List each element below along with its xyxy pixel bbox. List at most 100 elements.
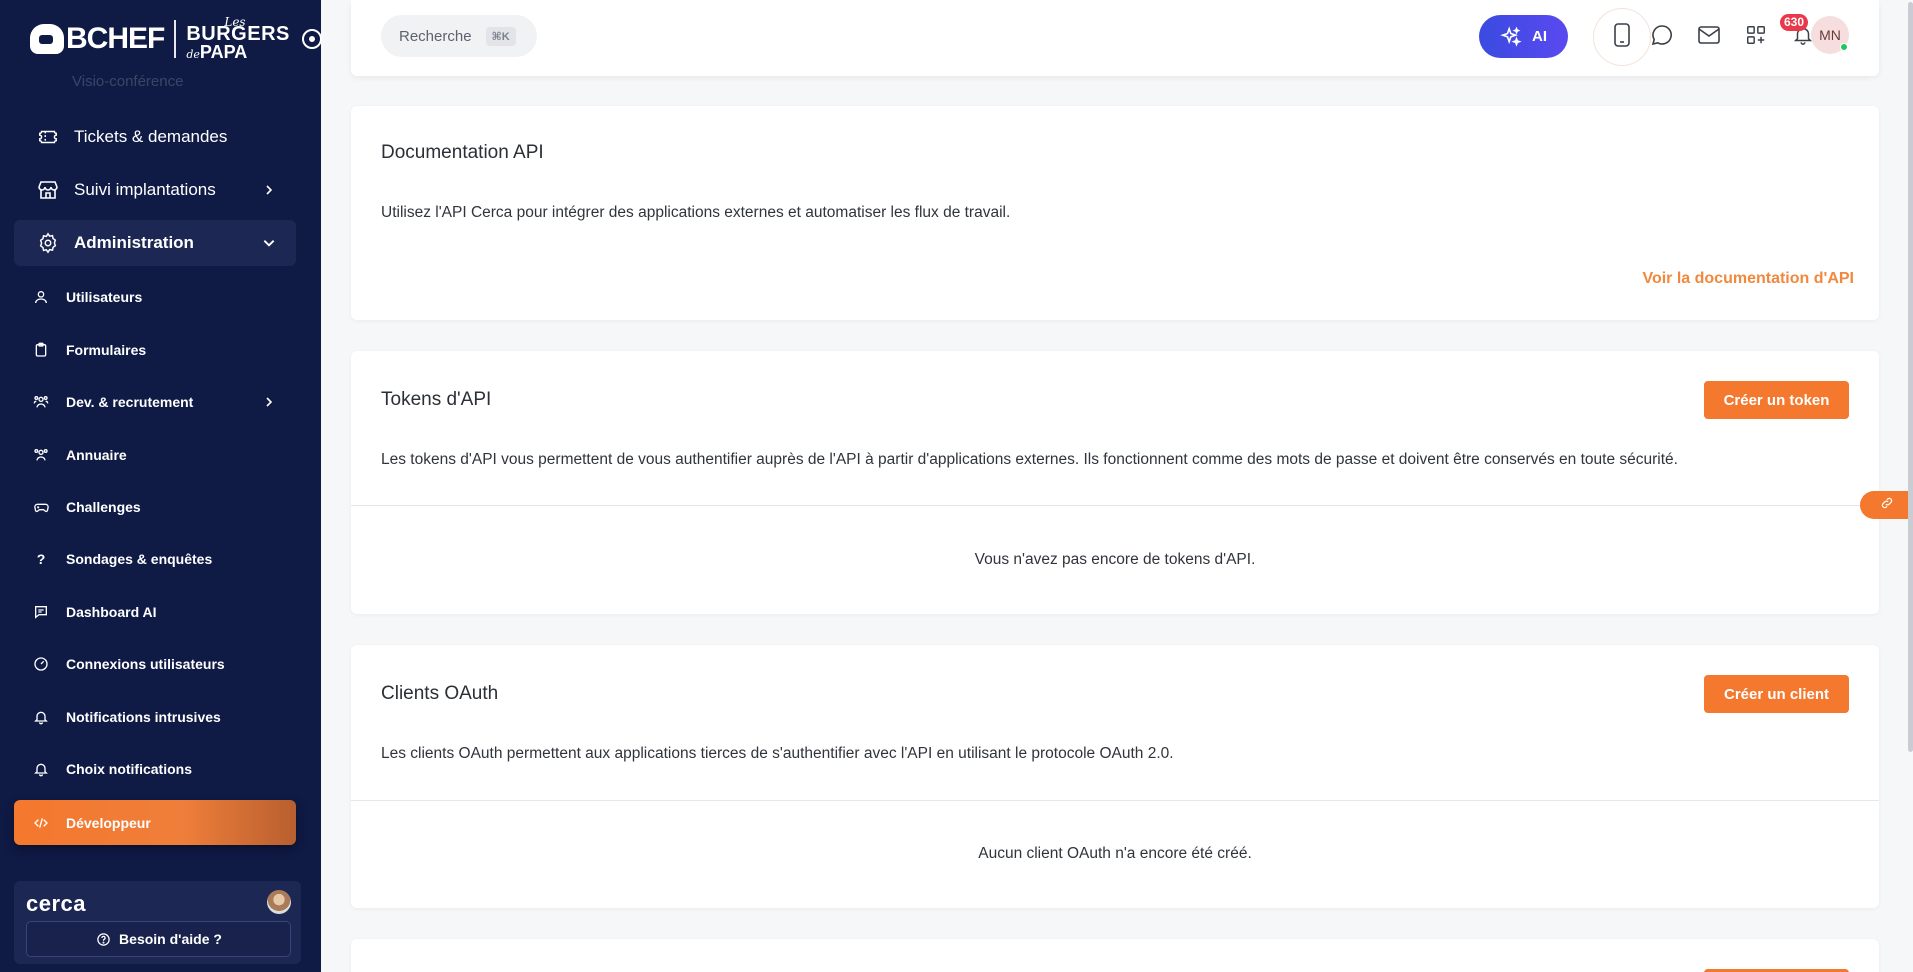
sidebar-item-notifications-intrusives[interactable]: Notifications intrusives	[14, 696, 296, 738]
card-description: Les tokens d'API vous permettent de vous…	[381, 451, 1678, 468]
gear-icon	[36, 231, 60, 255]
help-button-label: Besoin d'aide ?	[119, 931, 222, 947]
ticket-icon	[36, 125, 60, 149]
brand-switch-icon[interactable]	[301, 29, 322, 49]
feedback-side-tab[interactable]	[1860, 491, 1913, 519]
card-title: Tokens d'API	[381, 389, 492, 410]
sidebar-item-label: Choix notifications	[66, 761, 192, 777]
sidebar-item-label: Annuaire	[66, 447, 127, 463]
search-input[interactable]: Recherche ⌘K	[381, 15, 537, 57]
ai-button[interactable]: AI	[1479, 15, 1568, 58]
sidebar-item-label: Challenges	[66, 499, 141, 515]
code-icon	[32, 814, 50, 832]
burgers-de-papa-logo: Les BURGERS dePAPA	[186, 16, 290, 63]
online-status-dot	[1840, 43, 1848, 51]
empty-state-message: Vous n'avez pas encore de tokens d'API.	[974, 551, 1256, 568]
oauth-clients-card: Clients OAuth Créer un client Les client…	[351, 645, 1879, 908]
sidebar-item-formulaires[interactable]: Formulaires	[14, 329, 296, 371]
chef-hat-icon	[30, 24, 64, 54]
sidebar-item-choix-notifications[interactable]: Choix notifications	[14, 748, 296, 790]
sidebar-item-visio[interactable]: Visio-conférence	[36, 70, 276, 92]
sidebar-item-label: Tickets & demandes	[74, 127, 228, 146]
bell-icon	[32, 708, 50, 726]
card-title: Documentation API	[381, 142, 544, 163]
apps-grid-icon	[1745, 24, 1767, 51]
chat-bubble-icon	[1650, 23, 1674, 52]
sidebar-item-utilisateurs[interactable]: Utilisateurs	[14, 276, 296, 318]
create-client-button[interactable]: Créer un client	[1704, 675, 1849, 713]
user-icon	[32, 288, 50, 306]
create-token-button[interactable]: Créer un token	[1704, 381, 1849, 419]
chat-button[interactable]	[1641, 16, 1683, 58]
support-avatar	[267, 890, 291, 914]
sidebar-item-label: Dashboard AI	[66, 604, 157, 620]
sidebar: BCHEF Les BURGERS dePAPA Visio-conférenc…	[0, 0, 322, 972]
card-title: Clients OAuth	[381, 683, 499, 704]
page-scrollbar[interactable]	[1908, 2, 1913, 752]
card-description: Les clients OAuth permettent aux applica…	[381, 745, 1174, 762]
sidebar-item-label: Développeur	[66, 814, 151, 831]
store-icon	[36, 178, 60, 202]
api-documentation-card: Documentation API Utilisez l'API Cerca p…	[351, 106, 1879, 320]
mail-button[interactable]	[1688, 16, 1730, 58]
clipboard-icon	[32, 341, 50, 359]
sidebar-item-sondages[interactable]: ? Sondages & enquêtes	[14, 538, 296, 580]
sidebar-item-dashboard-ai[interactable]: Dashboard AI	[14, 591, 296, 633]
phone-icon	[1613, 22, 1631, 52]
top-bar: Recherche ⌘K AI 630 MN	[351, 0, 1879, 76]
chevron-down-icon	[262, 236, 276, 250]
people-icon	[32, 446, 50, 464]
card-description: Utilisez l'API Cerca pour intégrer des a…	[381, 204, 1011, 221]
gauge-icon	[32, 655, 50, 673]
cerca-logo: cerca	[26, 891, 87, 916]
user-avatar[interactable]: MN	[1811, 16, 1849, 54]
card-divider	[351, 505, 1879, 506]
mail-icon	[1697, 25, 1721, 50]
logo-de-papa: dePAPA	[186, 42, 290, 63]
gamepad-icon	[32, 498, 50, 516]
link-icon	[1880, 496, 1894, 515]
sidebar-item-label: Suivi implantations	[74, 180, 216, 199]
sidebar-item-challenges[interactable]: Challenges	[14, 486, 296, 528]
empty-state-message: Aucun client OAuth n'a encore été créé.	[978, 845, 1252, 862]
sidebar-item-label: Dev. & recrutement	[66, 394, 194, 410]
help-button[interactable]: Besoin d'aide ?	[26, 921, 291, 957]
search-shortcut: ⌘K	[485, 26, 516, 46]
chat-icon	[32, 603, 50, 621]
apps-button[interactable]	[1735, 16, 1777, 58]
sidebar-item-label: Sondages & enquêtes	[66, 551, 213, 567]
logo-papa: PAPA	[199, 42, 248, 63]
logo-de: de	[186, 48, 200, 62]
bchef-logo: BCHEF	[30, 22, 165, 56]
chevron-right-icon	[262, 395, 276, 409]
card-divider	[351, 800, 1879, 801]
sidebar-item-administration[interactable]: Administration	[14, 220, 296, 266]
sidebar-item-suivi-implantations[interactable]: Suivi implantations	[14, 167, 296, 213]
chevron-right-icon	[262, 183, 276, 197]
next-card-partial	[351, 939, 1879, 972]
ai-button-label: AI	[1532, 28, 1547, 45]
question-icon: ?	[36, 551, 46, 567]
logo-divider	[174, 20, 177, 58]
sidebar-item-annuaire[interactable]: Annuaire	[14, 434, 296, 476]
search-placeholder: Recherche	[399, 27, 472, 45]
sidebar-item-developpeur[interactable]: Développeur	[14, 800, 296, 845]
sidebar-item-label: Notifications intrusives	[66, 709, 221, 725]
api-tokens-card: Tokens d'API Créer un token Les tokens d…	[351, 351, 1879, 614]
cerca-help-panel: cerca Besoin d'aide ?	[14, 881, 301, 964]
sidebar-item-label: Connexions utilisateurs	[66, 656, 225, 672]
sidebar-item-label: Visio-conférence	[72, 72, 184, 90]
notification-count-badge: 630	[1780, 14, 1809, 31]
sidebar-item-label: Utilisateurs	[66, 289, 143, 305]
avatar-initials: MN	[1819, 27, 1841, 43]
sidebar-item-label: Formulaires	[66, 342, 147, 358]
sidebar-item-dev-recrutement[interactable]: Dev. & recrutement	[14, 381, 296, 423]
view-api-docs-link[interactable]: Voir la documentation d'API	[1642, 270, 1854, 288]
sparkles-icon	[1500, 25, 1522, 48]
question-circle-icon	[95, 931, 111, 947]
sidebar-item-connexions[interactable]: Connexions utilisateurs	[14, 643, 296, 685]
people-icon	[32, 393, 50, 411]
brand-logo[interactable]: BCHEF Les BURGERS dePAPA	[30, 14, 322, 64]
bchef-wordmark: BCHEF	[66, 22, 165, 55]
sidebar-item-tickets[interactable]: Tickets & demandes	[14, 114, 296, 160]
